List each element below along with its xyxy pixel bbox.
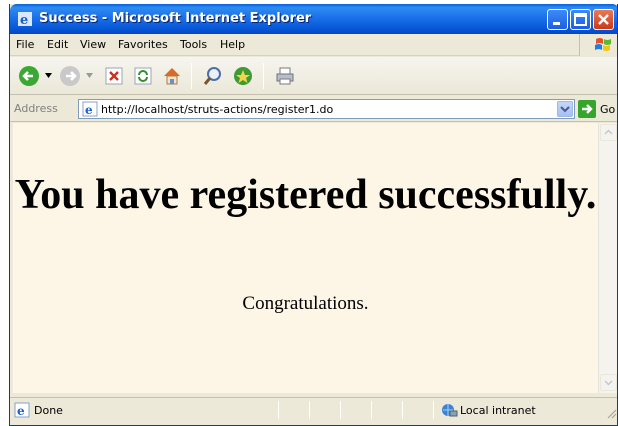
menu-bar: File Edit View Favorites Tools Help [10,34,617,56]
menu-favorites[interactable]: Favorites [118,38,168,51]
status-divider [340,401,341,419]
address-dropdown-button[interactable] [557,101,573,117]
menu-file[interactable]: File [16,38,34,51]
vertical-scrollbar[interactable] [598,123,617,393]
maximize-button[interactable] [570,9,591,30]
go-arrow-icon[interactable] [577,99,597,119]
search-icon[interactable] [202,65,224,87]
ie-page-icon: e [14,402,30,418]
window-title: Success - Microsoft Internet Explorer [39,11,312,26]
address-label: Address [14,102,58,115]
browser-window: e Success - Microsoft Internet Explorer … [9,4,618,426]
go-button-label[interactable]: Go [600,103,615,116]
security-zone-text: Local intranet [460,404,536,417]
status-divider [309,401,310,419]
forward-icon[interactable] [59,65,81,87]
status-divider [433,401,434,419]
page-icon: e [82,101,98,117]
favorites-icon[interactable] [232,65,254,87]
menu-help[interactable]: Help [220,38,245,51]
chevron-down-icon [560,106,570,113]
back-icon[interactable] [18,65,40,87]
title-bar[interactable]: e Success - Microsoft Internet Explorer [10,4,617,34]
svg-text:e: e [17,404,25,418]
toolbar-separator [263,63,264,89]
ie-icon: e [18,12,32,27]
status-text: Done [34,404,63,417]
refresh-icon[interactable] [132,65,154,87]
status-divider [402,401,403,419]
page-content: You have registered successfully. Congra… [13,123,598,393]
minimize-button[interactable] [547,9,568,30]
windows-flag-logo [579,34,617,56]
congratulations-text: Congratulations. [242,293,369,314]
windows-logo-icon [595,38,611,51]
standard-toolbar [10,57,617,95]
status-divider [371,401,372,419]
address-url[interactable]: http://localhost/struts-actions/register… [101,103,333,116]
address-input[interactable]: e http://localhost/struts-actions/regist… [78,99,575,119]
toolbar-separator [191,63,192,89]
menu-edit[interactable]: Edit [47,38,68,51]
back-dropdown-icon[interactable] [45,73,52,78]
menu-view[interactable]: View [80,38,106,51]
minimize-icon [553,22,560,25]
resize-grip-icon[interactable] [605,407,617,419]
close-button[interactable] [593,9,614,30]
address-bar: Address e http://localhost/struts-action… [10,96,617,122]
scroll-up-button[interactable] [600,124,617,141]
scroll-down-button[interactable] [600,374,617,391]
svg-text:e: e [20,13,28,27]
intranet-zone-icon [442,404,458,417]
forward-dropdown-icon[interactable] [86,73,93,78]
print-icon[interactable] [274,65,296,87]
svg-text:e: e [85,103,93,117]
status-bar: e Done Local intranet [10,397,617,421]
menu-tools[interactable]: Tools [180,38,207,51]
stop-icon[interactable] [103,65,125,87]
close-icon [598,14,609,25]
scroll-down-icon [604,380,613,386]
status-divider [278,401,279,419]
maximize-icon [574,13,587,26]
success-heading: You have registered successfully. [14,172,597,218]
home-icon[interactable] [161,65,183,87]
scroll-up-icon [604,129,613,135]
